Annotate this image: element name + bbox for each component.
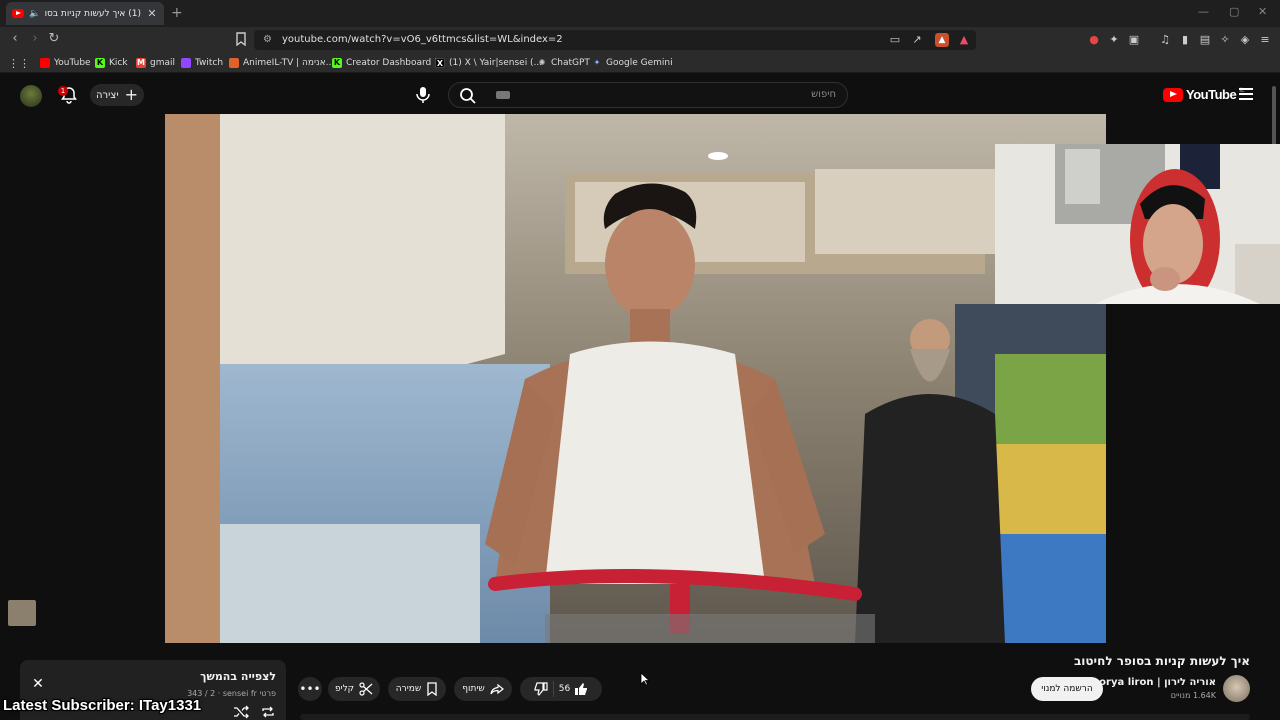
bookmark-animeil[interactable]: AnimeIL-TV | אנימה... xyxy=(229,57,334,69)
bookmark-icon[interactable] xyxy=(235,32,249,46)
create-label: יצירה xyxy=(96,89,119,101)
keyboard-icon[interactable] xyxy=(496,91,510,99)
maximize-icon[interactable]: ▢ xyxy=(1229,5,1239,18)
animeil-icon xyxy=(229,58,239,68)
voice-search-icon[interactable] xyxy=(413,85,433,105)
bookmark-gmail[interactable]: M gmail xyxy=(136,57,175,69)
youtube-favicon-icon xyxy=(12,9,24,18)
more-horizontal-icon: ••• xyxy=(299,682,321,696)
forward-icon[interactable]: › xyxy=(28,32,42,46)
scissors-icon xyxy=(359,682,373,696)
playlist-title[interactable]: לצפייה בהמשך xyxy=(120,670,276,683)
clip-button[interactable]: קליפ xyxy=(328,677,380,701)
browser-tab-bar xyxy=(0,0,1280,27)
bookmark-youtube[interactable]: YouTube xyxy=(40,57,91,69)
youtube-play-icon xyxy=(1163,87,1183,102)
create-button[interactable]: יצירה + xyxy=(90,84,144,106)
video-frame xyxy=(165,114,1106,643)
twitch-icon xyxy=(181,58,191,68)
window-close-icon[interactable]: ✕ xyxy=(1258,5,1267,18)
extension-record-icon[interactable]: ● xyxy=(1087,33,1101,47)
like-count: 56 xyxy=(558,684,571,694)
youtube-logo-text: YouTube xyxy=(1186,87,1237,102)
menu-icon[interactable]: ≡ xyxy=(1258,33,1272,47)
stream-latest-subscriber-overlay: Latest Subscriber: ITay1331 xyxy=(3,697,202,714)
bookmark-gemini[interactable]: ✦ Google Gemini xyxy=(592,57,673,69)
site-settings-icon[interactable]: ⚙ xyxy=(263,34,272,45)
webcam-frame xyxy=(995,144,1280,304)
reload-icon[interactable]: ↻ xyxy=(47,32,61,46)
webcam-overlay xyxy=(995,144,1280,304)
close-icon[interactable]: ✕ xyxy=(30,676,46,692)
speaker-icon[interactable]: 🔈 xyxy=(29,9,40,19)
more-actions-button[interactable]: ••• xyxy=(298,677,322,701)
search-input[interactable]: חיפוש xyxy=(780,89,836,100)
subscribe-button[interactable]: הרשמה למנוי xyxy=(1031,677,1103,701)
notification-count-badge: 1 xyxy=(58,86,68,96)
loop-icon[interactable] xyxy=(260,705,276,719)
bookmark-creator-dashboard[interactable]: K Creator Dashboard |... xyxy=(332,57,446,69)
mouse-cursor-icon xyxy=(640,672,650,686)
clip-label: קליפ xyxy=(334,684,355,694)
shuffle-icon[interactable] xyxy=(233,705,249,719)
brave-shields-icon[interactable]: ▲ xyxy=(935,33,949,47)
new-tab-button[interactable]: + xyxy=(171,5,183,21)
hamburger-menu-icon[interactable] xyxy=(1239,88,1253,102)
like-divider xyxy=(552,681,554,697)
save-button[interactable]: שמירה xyxy=(388,677,446,701)
screenshot-icon[interactable]: ▣ xyxy=(1127,33,1141,47)
sidebar-icon[interactable]: ▮ xyxy=(1178,33,1192,47)
back-icon[interactable]: ‹ xyxy=(8,32,22,46)
bookmark-twitch[interactable]: Twitch xyxy=(181,57,223,69)
tab-title: (1) איך לעשות קניות בסופר לח xyxy=(45,8,141,19)
bookmark-kick[interactable]: K Kick xyxy=(95,57,128,69)
like-button[interactable]: 56 xyxy=(559,682,588,696)
subscriber-count: 1.64K מנויים xyxy=(1170,691,1216,700)
brave-rewards-icon[interactable]: ▲ xyxy=(957,33,971,47)
share-icon xyxy=(490,683,504,695)
dislike-button[interactable] xyxy=(534,682,548,696)
thumbs-up-icon xyxy=(575,683,588,695)
plus-icon: + xyxy=(124,85,138,104)
channel-avatar[interactable] xyxy=(1223,675,1250,702)
like-dislike-group: 56 xyxy=(520,677,602,701)
bookmark-chatgpt[interactable]: ✺ ChatGPT xyxy=(537,57,590,69)
url-text[interactable]: youtube.com/watch?v=vO6_v6ttmcs&list=WL&… xyxy=(282,34,563,45)
chatgpt-icon: ✺ xyxy=(538,58,546,67)
video-player[interactable] xyxy=(165,114,1106,643)
share-page-icon[interactable]: ↗ xyxy=(910,33,924,47)
vpn-icon[interactable]: ◈ xyxy=(1238,33,1252,47)
video-title: איך לעשות קניות בסופר לחיטוב xyxy=(1073,654,1250,668)
save-icon xyxy=(427,682,437,696)
cast-icon[interactable]: ▭ xyxy=(888,33,902,47)
youtube-logo[interactable]: YouTube IL xyxy=(1163,87,1244,102)
youtube-icon xyxy=(40,58,50,68)
save-label: שמירה xyxy=(395,684,422,694)
wallet-icon[interactable]: ▤ xyxy=(1198,33,1212,47)
account-avatar[interactable] xyxy=(20,85,42,107)
share-button[interactable]: שיתוף xyxy=(454,677,512,701)
page-scrollbar[interactable] xyxy=(1272,86,1276,146)
search-icon[interactable] xyxy=(458,86,478,106)
leo-ai-icon[interactable]: ✧ xyxy=(1218,33,1232,47)
description-strip xyxy=(300,714,1250,720)
gemini-icon: ✦ xyxy=(593,58,601,67)
bookmark-x[interactable]: X (1) X \ Yair|sensei (... xyxy=(435,57,542,69)
browser-tab[interactable]: 🔈 (1) איך לעשות קניות בסופר לח ✕ xyxy=(6,2,164,25)
gmail-icon: M xyxy=(136,58,146,68)
apps-grid-icon[interactable]: ⋮⋮ xyxy=(8,57,30,70)
minimize-icon[interactable]: — xyxy=(1198,5,1209,18)
x-icon: X xyxy=(435,58,445,68)
extensions-icon[interactable]: ✦ xyxy=(1107,33,1121,47)
thumbs-down-icon xyxy=(534,682,548,696)
tab-close-icon[interactable]: ✕ xyxy=(146,7,158,20)
chat-avatar-thumbnail xyxy=(8,600,36,626)
share-label: שיתוף xyxy=(462,684,485,694)
media-icon[interactable]: ♫ xyxy=(1158,33,1172,47)
